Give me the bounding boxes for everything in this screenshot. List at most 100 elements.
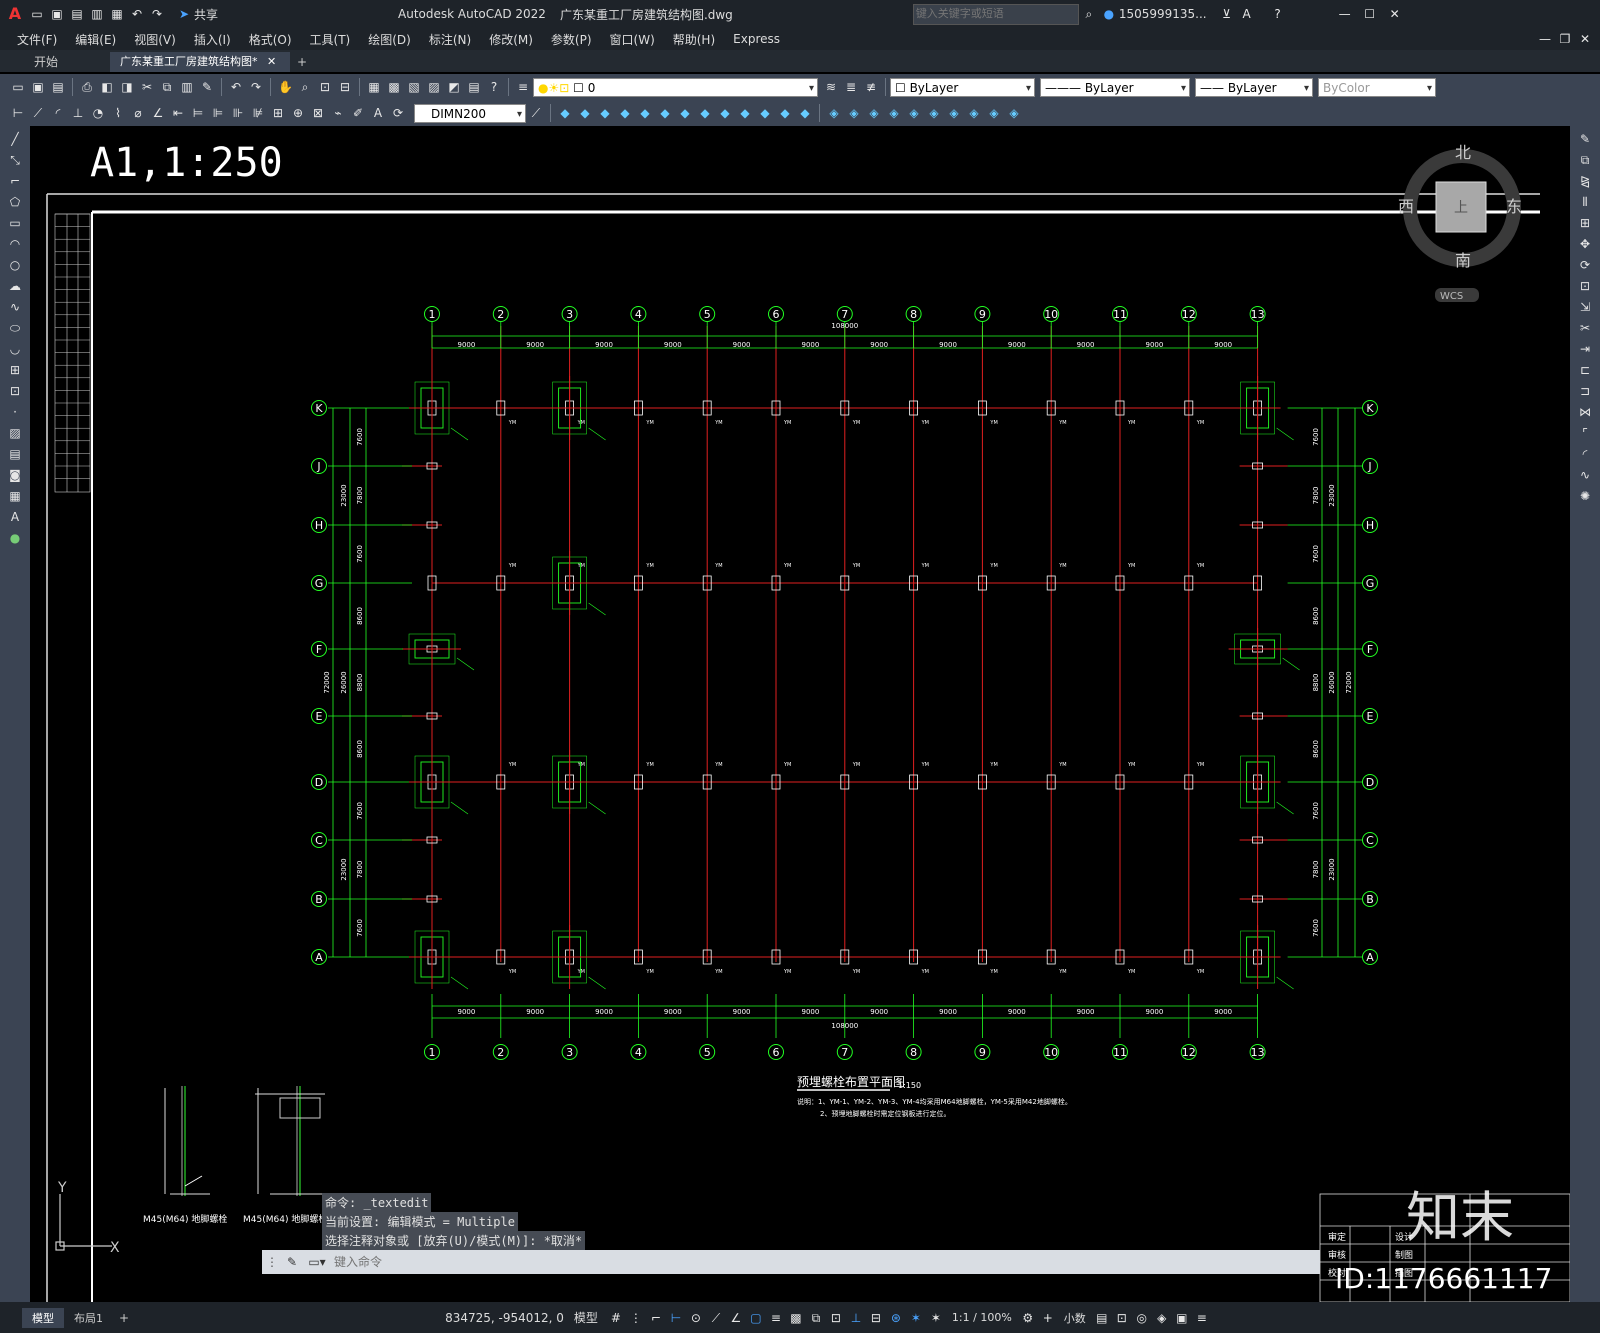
arc-icon[interactable]: ◠ bbox=[7, 236, 23, 252]
jogged-icon[interactable]: ⌇ bbox=[111, 106, 125, 120]
tab-start[interactable]: 开始 bbox=[0, 52, 110, 72]
zoom-realtime-icon[interactable]: ⌕ bbox=[298, 80, 312, 94]
ucs-previous-icon[interactable]: ◆ bbox=[598, 106, 612, 120]
material-icon[interactable]: ◈ bbox=[887, 106, 901, 120]
undo-icon[interactable]: ↶ bbox=[130, 7, 144, 21]
model-space-toggle[interactable]: 模型 bbox=[574, 1309, 598, 1326]
quick-properties-icon[interactable]: ▤ bbox=[1095, 1311, 1109, 1325]
tab-document[interactable]: 广东某重工厂房建筑结构图* ✕ bbox=[110, 52, 290, 72]
markup-icon[interactable]: ◩ bbox=[447, 80, 461, 94]
save-as-icon[interactable]: ▥ bbox=[90, 7, 104, 21]
ucs-view-icon[interactable]: ◆ bbox=[658, 106, 672, 120]
annotation-scale[interactable]: 1:1 / 100% bbox=[952, 1311, 1012, 1324]
tab-add-button[interactable]: + bbox=[290, 52, 314, 72]
layer-previous-icon[interactable]: ≣ bbox=[844, 80, 858, 94]
tolerance-icon[interactable]: ⊞ bbox=[271, 106, 285, 120]
mtext-icon[interactable]: A bbox=[7, 509, 23, 525]
polyline-icon[interactable]: ⌐ bbox=[7, 173, 23, 189]
continue-icon[interactable]: ⊫ bbox=[211, 106, 225, 120]
scale-icon[interactable]: ⊡ bbox=[1577, 278, 1593, 294]
user-icon[interactable]: ● bbox=[1102, 7, 1116, 21]
plotstyle-dropdown[interactable]: ByColor bbox=[1318, 77, 1436, 98]
circle-icon[interactable]: ○ bbox=[7, 257, 23, 273]
light-icon[interactable]: ◈ bbox=[867, 106, 881, 120]
revcloud-icon[interactable]: ☁ bbox=[7, 278, 23, 294]
zoom-window-icon[interactable]: ⊡ bbox=[318, 80, 332, 94]
polar-icon[interactable]: ⊙ bbox=[689, 1311, 703, 1325]
dimstyle-icon[interactable]: ⟋ bbox=[529, 106, 543, 120]
move-icon[interactable]: ✥ bbox=[1577, 236, 1593, 252]
line-icon[interactable]: ╱ bbox=[7, 131, 23, 147]
infer-icon[interactable]: ⌐ bbox=[649, 1311, 663, 1325]
revolve-icon[interactable]: ◈ bbox=[967, 106, 981, 120]
chamfer-icon[interactable]: ⌜ bbox=[1577, 425, 1593, 441]
undo-tb-icon[interactable]: ↶ bbox=[229, 80, 243, 94]
cut-icon[interactable]: ✂ bbox=[140, 80, 154, 94]
drawing-canvas[interactable]: A1,1:250 北 南 东 西 上 WCS 11223344556677889… bbox=[30, 126, 1570, 1302]
menu-parametric[interactable]: 参数(P) bbox=[551, 31, 592, 48]
coordinates[interactable]: 834725, -954012, 0 bbox=[445, 1311, 564, 1325]
command-input[interactable] bbox=[332, 1252, 1320, 1272]
rotate-icon[interactable]: ⟳ bbox=[1577, 257, 1593, 273]
search-input[interactable] bbox=[912, 3, 1079, 25]
units-display[interactable]: 小数 bbox=[1064, 1310, 1086, 1326]
matchprop-icon[interactable]: ✎ bbox=[200, 80, 214, 94]
doc-minimize-icon[interactable]: — bbox=[1538, 32, 1552, 46]
linetype-dropdown[interactable]: ——— ByLayer bbox=[1040, 77, 1190, 98]
ellipse-arc-icon[interactable]: ◡ bbox=[7, 341, 23, 357]
tool-palettes-icon[interactable]: ▧ bbox=[407, 80, 421, 94]
paste-icon[interactable]: ▥ bbox=[180, 80, 194, 94]
menu-view[interactable]: 视图(V) bbox=[134, 31, 176, 48]
open-file-icon[interactable]: ▣ bbox=[31, 80, 45, 94]
ucs-3point-icon[interactable]: ◆ bbox=[718, 106, 732, 120]
ucs-origin-icon[interactable]: ◆ bbox=[678, 106, 692, 120]
fillet-icon[interactable]: ◜ bbox=[1577, 446, 1593, 462]
dim-text-edit-icon[interactable]: A bbox=[371, 106, 385, 120]
preview-icon[interactable]: ◧ bbox=[100, 80, 114, 94]
viewcube-north[interactable]: 北 bbox=[1455, 143, 1471, 162]
viewcube-south[interactable]: 南 bbox=[1455, 251, 1471, 270]
baseline-icon[interactable]: ⊨ bbox=[191, 106, 205, 120]
redo-icon[interactable]: ↷ bbox=[150, 7, 164, 21]
add-selected-icon[interactable]: ● bbox=[7, 530, 23, 546]
account-icon[interactable]: A bbox=[1240, 7, 1254, 21]
polygon-icon[interactable]: ⬠ bbox=[7, 194, 23, 210]
erase-icon[interactable]: ✎ bbox=[1577, 131, 1593, 147]
spline-icon[interactable]: ∿ bbox=[7, 299, 23, 315]
customization-icon[interactable]: ≡ bbox=[1195, 1311, 1209, 1325]
box-icon[interactable]: ◈ bbox=[927, 106, 941, 120]
tab-model[interactable]: 模型 bbox=[22, 1307, 64, 1328]
viewcube-west[interactable]: 西 bbox=[1398, 197, 1414, 216]
tab-layout1[interactable]: 布局1 bbox=[64, 1308, 113, 1328]
save-file-icon[interactable]: ▤ bbox=[51, 80, 65, 94]
region-icon[interactable]: ◙ bbox=[7, 467, 23, 483]
print-icon[interactable]: ⎙ bbox=[80, 80, 94, 94]
share-icon[interactable]: ➤ bbox=[177, 7, 191, 21]
ucs-object-icon[interactable]: ◆ bbox=[638, 106, 652, 120]
pan-icon[interactable]: ✋ bbox=[278, 80, 293, 94]
ucs-z-icon[interactable]: ◆ bbox=[778, 106, 792, 120]
wcs-label[interactable]: WCS bbox=[1440, 291, 1463, 302]
trim-icon[interactable]: ✂ bbox=[1577, 320, 1593, 336]
hardware-accel-icon[interactable]: ◈ bbox=[1155, 1311, 1169, 1325]
menu-file[interactable]: 文件(F) bbox=[17, 31, 57, 48]
doc-restore-icon[interactable]: ❐ bbox=[1558, 32, 1572, 46]
copy-icon[interactable]: ⧉ bbox=[160, 80, 174, 94]
design-center-icon[interactable]: ▩ bbox=[387, 80, 401, 94]
jogged-linear-icon[interactable]: ⌁ bbox=[331, 106, 345, 120]
viewcube-top[interactable]: 上 bbox=[1454, 200, 1468, 216]
sheetset-icon[interactable]: ▨ bbox=[427, 80, 441, 94]
center-mark-icon[interactable]: ⊕ bbox=[291, 106, 305, 120]
annotation-visibility-icon[interactable]: ✶ bbox=[909, 1311, 923, 1325]
qnew-icon[interactable]: ▭ bbox=[11, 80, 25, 94]
hatch-icon[interactable]: ▨ bbox=[7, 425, 23, 441]
ucs-x-icon[interactable]: ◆ bbox=[738, 106, 752, 120]
osnap-icon[interactable]: ▢ bbox=[749, 1311, 763, 1325]
blend-icon[interactable]: ∿ bbox=[1577, 467, 1593, 483]
ellipse-icon[interactable]: ⬭ bbox=[7, 320, 23, 336]
maximize-icon[interactable]: ☐ bbox=[1363, 7, 1377, 21]
ucs-icon[interactable]: ◆ bbox=[558, 106, 572, 120]
render-icon[interactable]: ◈ bbox=[827, 106, 841, 120]
rectangle-icon[interactable]: ▭ bbox=[7, 215, 23, 231]
publish-icon[interactable]: ◨ bbox=[120, 80, 134, 94]
